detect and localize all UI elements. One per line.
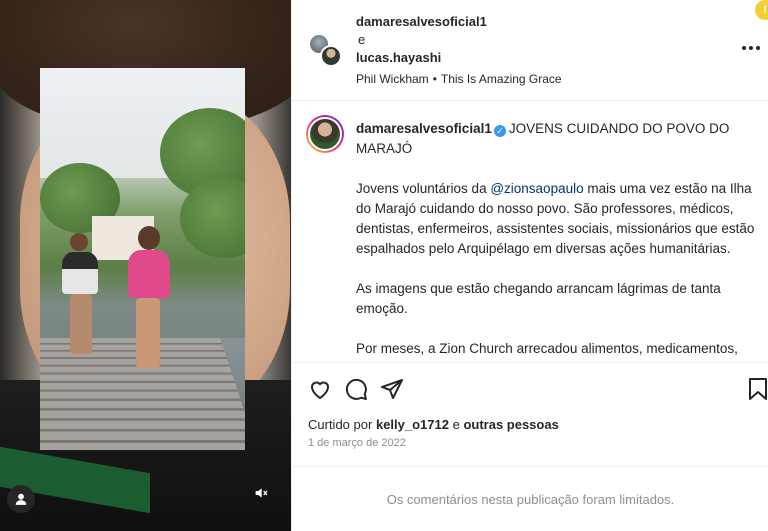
collab-connector: e <box>358 32 366 47</box>
like-button[interactable] <box>308 377 332 401</box>
likes-prefix: Curtido por <box>308 417 373 432</box>
notification-badge[interactable]: ! <box>755 0 768 20</box>
tagged-users-button[interactable] <box>7 485 35 513</box>
child-boy-legs <box>70 294 92 354</box>
post-media[interactable] <box>0 0 291 531</box>
share-button[interactable] <box>380 377 404 401</box>
likes-connector: e <box>452 417 460 432</box>
verified-badge-icon: ✓ <box>493 125 506 137</box>
music-title: This Is Amazing Grace <box>440 72 562 86</box>
caption-text: damaresalvesoficial1 ✓ JOVENS CUIDANDO DO … <box>356 119 758 360</box>
collab-username-2[interactable]: lucas.hayashi <box>356 50 441 65</box>
comments-limited-notice: Os comentários nesta publicação foram li… <box>292 466 768 531</box>
likes-summary[interactable]: Curtido por kelly_o1712 e outras pessoas <box>308 417 559 432</box>
inset-photo <box>40 68 245 450</box>
more-options-button[interactable] <box>739 36 763 60</box>
avatar[interactable] <box>320 45 342 67</box>
collab-avatars[interactable] <box>308 33 342 67</box>
child-boy-head <box>70 233 88 251</box>
action-bar <box>292 362 768 408</box>
comment-icon <box>345 378 367 400</box>
caption-username[interactable]: damaresalvesoficial1 <box>356 121 492 136</box>
mute-button[interactable] <box>249 481 273 505</box>
mention-link[interactable]: @zionsaopaulo <box>490 181 583 196</box>
audio-info[interactable]: Phil Wickham • This Is Amazing Grace <box>356 72 562 86</box>
post-header: damaresalvesoficial1 e lucas.hayashi Phi… <box>292 0 768 101</box>
music-artist: Phil Wickham <box>356 72 429 86</box>
caption-paragraph-3: Por meses, a Zion Church arrecadou alime… <box>356 341 738 356</box>
collab-username-1[interactable]: damaresalvesoficial1 <box>356 14 487 29</box>
child-boy-body <box>62 252 98 294</box>
share-icon <box>381 379 403 399</box>
user-icon <box>15 493 27 505</box>
likes-others[interactable]: outras pessoas <box>463 417 558 432</box>
child-girl-legs <box>136 298 160 368</box>
child-girl-body <box>128 250 170 298</box>
heart-icon <box>311 381 329 399</box>
post-details-panel: damaresalvesoficial1 e lucas.hayashi Phi… <box>291 0 768 531</box>
avatar[interactable] <box>306 115 344 153</box>
muted-icon <box>255 488 268 498</box>
save-button[interactable] <box>746 377 768 401</box>
post-date[interactable]: 1 de março de 2022 <box>308 437 406 449</box>
post-caption: damaresalvesoficial1 ✓ JOVENS CUIDANDO DO … <box>292 101 768 360</box>
post-view: damaresalvesoficial1 e lucas.hayashi Phi… <box>0 0 768 531</box>
caption-paragraph-2: As imagens que estão chegando arrancam l… <box>356 281 721 316</box>
likes-user[interactable]: kelly_o1712 <box>376 417 449 432</box>
bookmark-icon <box>749 378 767 400</box>
more-icon <box>742 46 760 50</box>
child-girl-head <box>138 226 160 250</box>
music-separator: • <box>432 72 437 86</box>
caption-paragraph-1a: Jovens voluntários da <box>356 181 491 196</box>
comment-button[interactable] <box>344 377 368 401</box>
